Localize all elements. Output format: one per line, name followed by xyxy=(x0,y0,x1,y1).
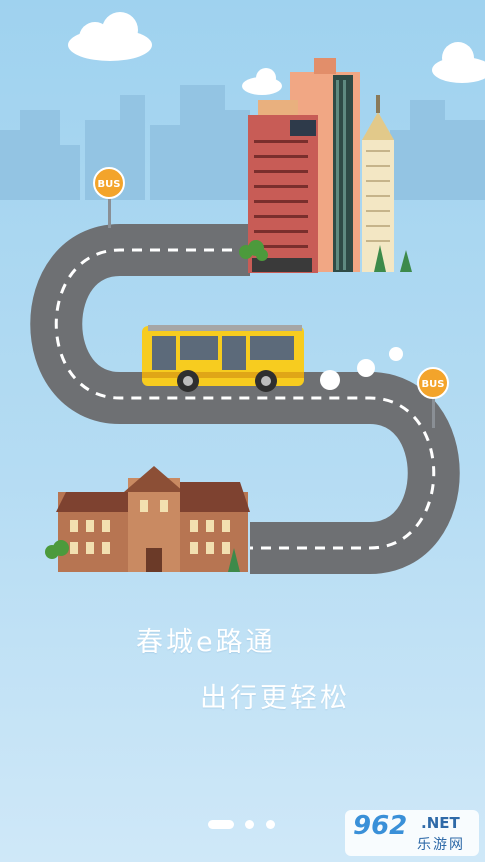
watermark-cn: 乐游网 xyxy=(417,837,465,853)
cloud-top-right xyxy=(432,42,485,83)
background-skyline xyxy=(0,85,485,200)
school-building xyxy=(45,466,250,572)
bus-sign-label: BUS xyxy=(98,179,121,190)
cloud-top-left xyxy=(68,12,152,61)
slogan-line-2: 出行更轻松 xyxy=(200,683,350,714)
bus-sign-label: BUS xyxy=(422,379,445,390)
site-watermark: 962 .NET 乐游网 xyxy=(345,810,479,856)
page-dot-active[interactable] xyxy=(208,820,234,829)
illustration-scene: BUS BUS xyxy=(0,12,485,574)
watermark-number: 962 xyxy=(353,811,408,841)
slogan-line-1: 春城e路通 xyxy=(136,627,276,658)
yellow-bus xyxy=(142,325,304,392)
cloud-small xyxy=(242,68,282,95)
page-dot[interactable] xyxy=(266,820,275,829)
watermark-suffix: .NET xyxy=(421,814,460,832)
page-dot[interactable] xyxy=(245,820,254,829)
